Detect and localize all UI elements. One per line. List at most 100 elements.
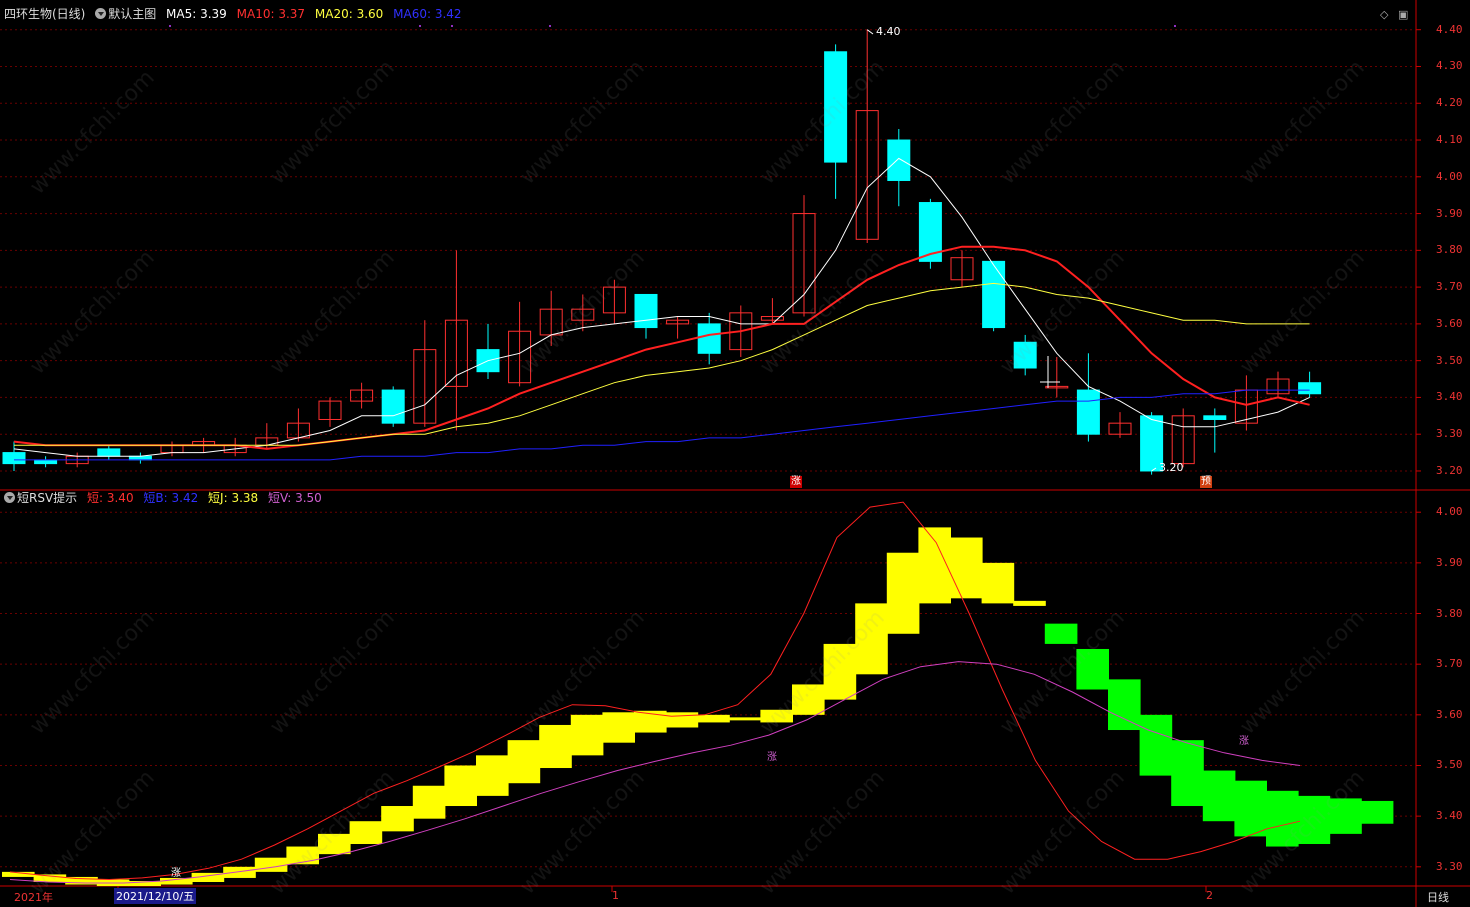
- y-tick-label: 4.30: [1436, 59, 1463, 73]
- y-tick-label: 4.20: [1436, 96, 1463, 110]
- rsv-band-block: [950, 537, 983, 599]
- y-tick-label: 3.60: [1436, 316, 1463, 330]
- rsv-zhang-mark: 涨: [171, 868, 181, 879]
- candle-body: [1203, 415, 1227, 420]
- gear-icon[interactable]: [4, 492, 15, 503]
- candle-body: [97, 448, 121, 457]
- candle-body: [1013, 341, 1037, 369]
- y-tick-label: 3.70: [1436, 657, 1463, 671]
- y-tick-label: 3.80: [1436, 243, 1463, 257]
- signal-zhang-tag[interactable]: 涨: [790, 476, 802, 488]
- ma20-value: MA20: 3.60: [314, 7, 384, 21]
- candle-body: [634, 293, 658, 329]
- candle-body: [824, 51, 848, 163]
- y-tick-label: 3.20: [1436, 463, 1463, 477]
- y-tick-label: 3.30: [1436, 427, 1463, 441]
- rsv-band-block: [570, 714, 604, 756]
- signal-yu-tag[interactable]: 预: [1200, 476, 1212, 488]
- rsv-band-block: [1139, 714, 1173, 776]
- indicator-title[interactable]: 短RSV提示: [4, 491, 77, 505]
- high-leader: [866, 29, 874, 35]
- y-tick-label: 4.00: [1436, 505, 1463, 519]
- marker-dot: [169, 25, 171, 27]
- rsv-band-block: [823, 643, 857, 700]
- rsv-band-block: [254, 857, 288, 872]
- y-tick-label: 3.40: [1436, 809, 1463, 823]
- y-tick-label: 3.40: [1436, 390, 1463, 404]
- rsv-short-line: [9, 501, 1301, 881]
- main-header: 四环生物(日线) 默认主图 MA5: 3.39 MA10: 3.37 MA20:…: [4, 6, 468, 22]
- y-tick-label: 3.50: [1436, 353, 1463, 367]
- cursor-date-label: 2021/12/10/五: [114, 888, 197, 904]
- rsv-band-block: [697, 714, 730, 723]
- rsv-band-block: [444, 765, 477, 807]
- rsv-band-block: [476, 755, 509, 796]
- rsv-band-block: [1013, 600, 1046, 606]
- chart-canvas[interactable]: [0, 0, 1470, 907]
- y-tick-label: 3.50: [1436, 758, 1463, 772]
- candle-body: [697, 323, 721, 354]
- ma-line-ma5: [13, 157, 1310, 457]
- ma5-value: MA5: 3.39: [166, 7, 227, 21]
- rsv-band-block: [602, 712, 635, 743]
- rsv-v-line: [9, 661, 1301, 884]
- rsv-b-value: 短B: 3.42: [143, 491, 199, 505]
- candle-body: [381, 389, 405, 424]
- period-button[interactable]: 日线: [1427, 889, 1449, 905]
- marker-dot: [549, 25, 551, 27]
- x-month-label: 2: [1206, 889, 1213, 902]
- rsv-band-block: [728, 717, 762, 721]
- rsv-band-block: [539, 724, 572, 769]
- rsv-band-block: [381, 806, 414, 832]
- sub-header: 短RSV提示 短: 3.40 短B: 3.42 短J: 3.38 短V: 3.5…: [4, 490, 328, 506]
- rsv-band-block: [792, 684, 825, 715]
- x-year-label: 2021年: [14, 891, 53, 904]
- y-tick-label: 4.10: [1436, 133, 1463, 147]
- rsv-band-block: [918, 527, 951, 604]
- candle-body: [2, 452, 26, 465]
- candle-body: [1076, 389, 1100, 435]
- rsv-band-block: [886, 552, 920, 634]
- rsv-j-value: 短J: 3.38: [208, 491, 259, 505]
- rsv-v-value: 短V: 3.50: [268, 491, 322, 505]
- stock-title[interactable]: 四环生物(日线): [4, 7, 85, 21]
- candle-body: [982, 260, 1006, 329]
- rsv-band-block: [1171, 740, 1204, 807]
- rsv-band-block: [507, 740, 541, 784]
- y-tick-label: 3.30: [1436, 859, 1463, 873]
- template-label[interactable]: 默认主图: [95, 7, 156, 21]
- ma-line-ma60: [14, 389, 1310, 461]
- rsv-band-block: [760, 709, 793, 723]
- rsv-zhang-mark: 涨: [1239, 736, 1249, 747]
- marker-dot: [419, 25, 421, 27]
- rsv-band-block: [318, 833, 351, 855]
- rsv-band-block: [1360, 800, 1394, 824]
- rsv-band-block: [412, 785, 446, 819]
- rsv-band-block: [1044, 623, 1078, 644]
- y-tick-label: 4.00: [1436, 169, 1463, 183]
- ma10-value: MA10: 3.37: [236, 7, 306, 21]
- rsv-band-block: [981, 562, 1015, 604]
- candle-body: [887, 139, 911, 181]
- y-tick-label: 3.90: [1436, 206, 1463, 220]
- rsv-band-block: [1297, 795, 1331, 845]
- y-tick-label: 3.90: [1436, 555, 1463, 569]
- rsv-band-block: [1329, 798, 1362, 834]
- candle-body: [1298, 382, 1322, 395]
- rsv-band-block: [349, 821, 383, 845]
- rsv-band-block: [1108, 679, 1141, 731]
- ma-line-ma10: [13, 245, 1310, 450]
- rsv-short-value: 短: 3.40: [87, 491, 134, 505]
- marker-dot: [1174, 25, 1176, 27]
- rsv-band-block: [1076, 648, 1109, 690]
- x-month-label: 1: [612, 889, 619, 902]
- y-tick-label: 3.60: [1436, 707, 1463, 721]
- ma-line-ma20: [14, 282, 1310, 446]
- window-restore-icon[interactable]: ▣: [1398, 8, 1408, 21]
- rsv-band-block: [1234, 780, 1267, 837]
- high-price-label: 4.40: [876, 25, 901, 38]
- diamond-icon[interactable]: ◇: [1380, 8, 1388, 21]
- candle-body: [34, 459, 58, 465]
- gear-icon[interactable]: [95, 8, 107, 19]
- candle-body: [128, 455, 152, 461]
